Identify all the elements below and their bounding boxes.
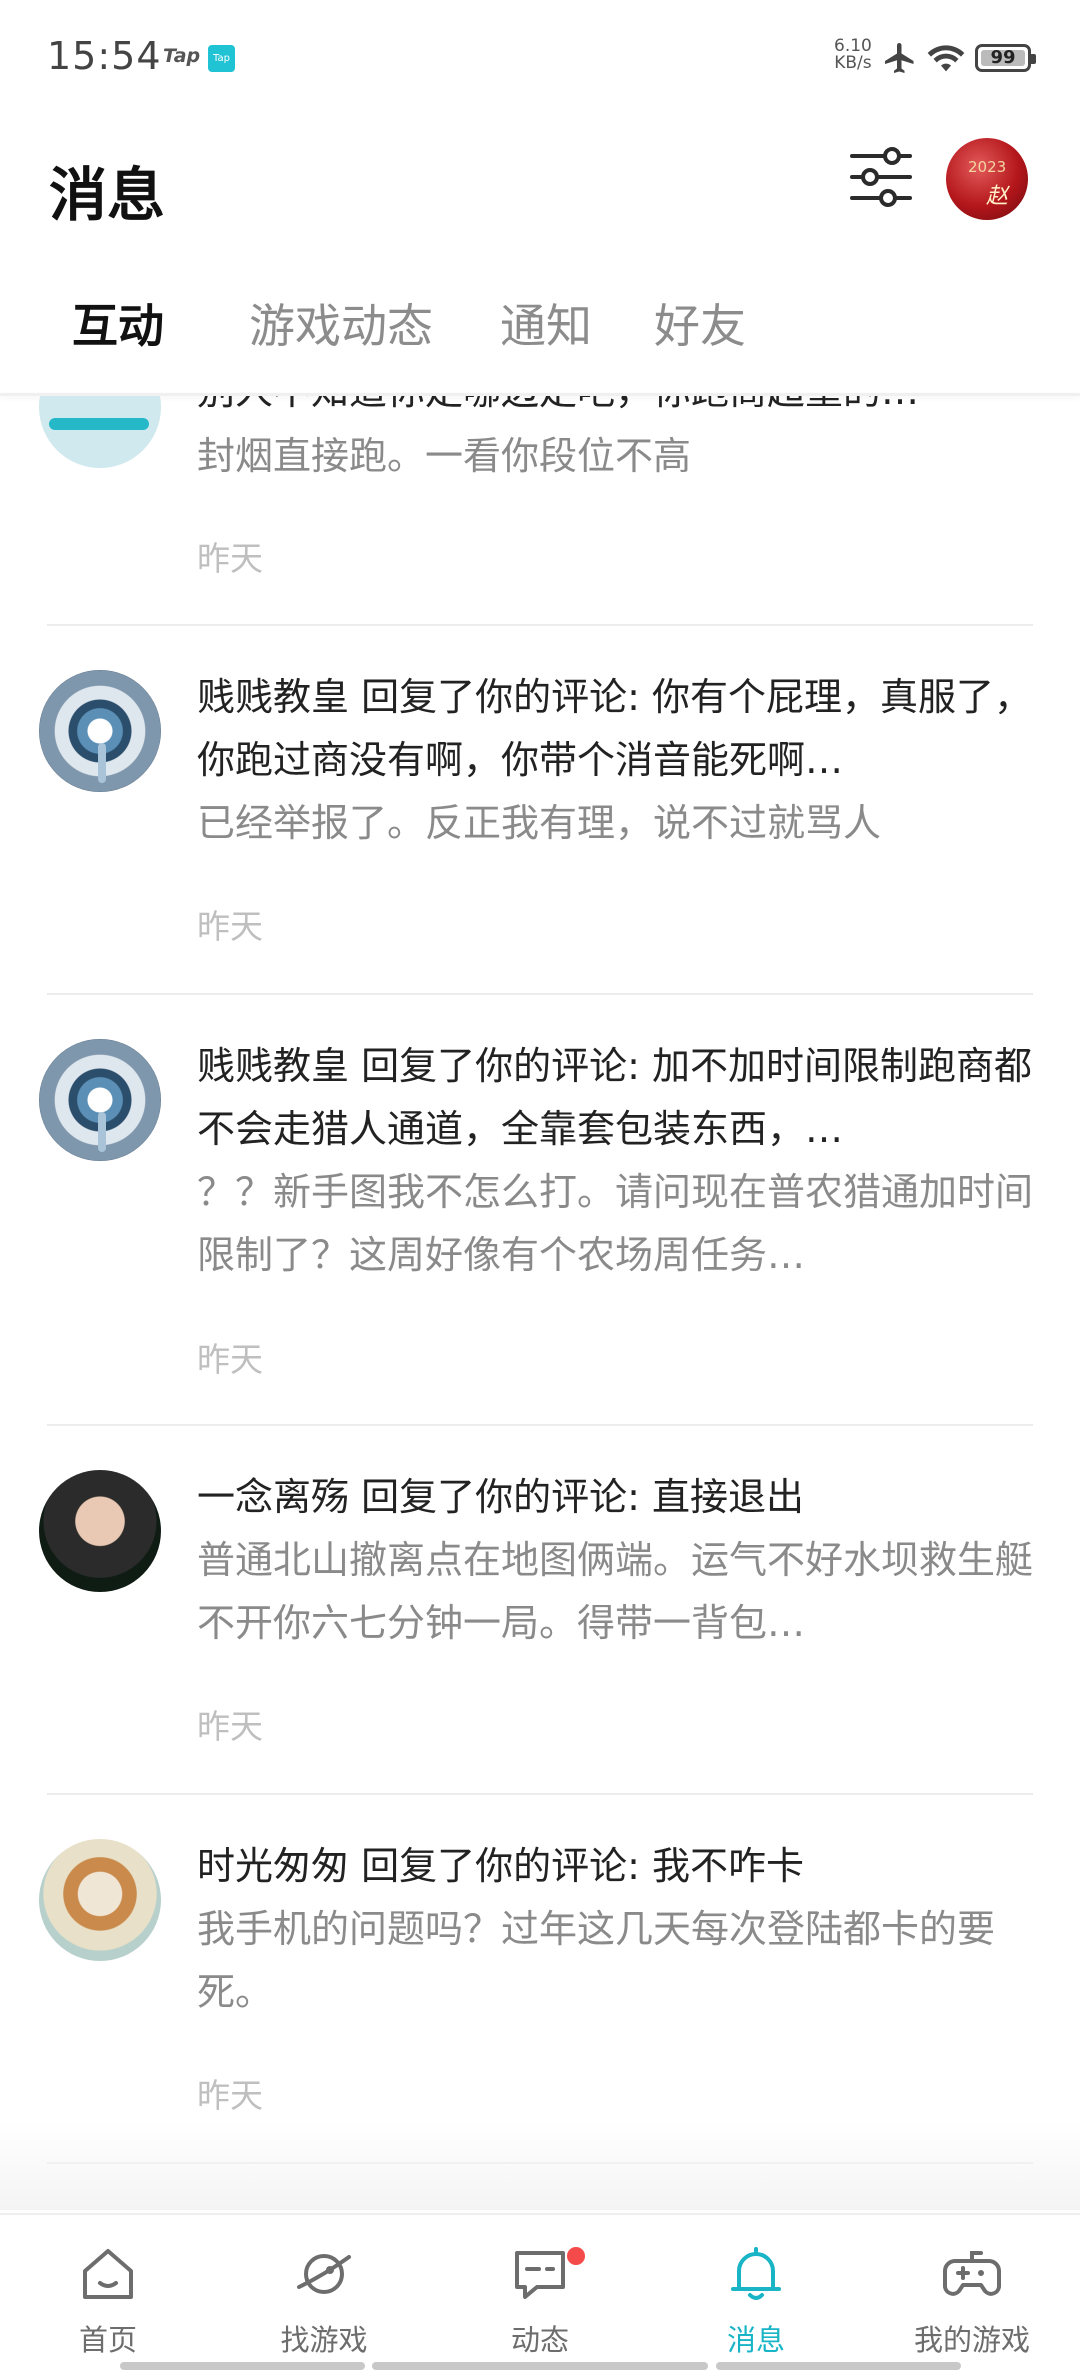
network-speed-unit: KB/s [834, 53, 872, 73]
nav-messages[interactable]: 消息 [648, 2215, 864, 2357]
battery-level: 99 [990, 47, 1016, 68]
filter-settings-button[interactable] [848, 144, 914, 210]
message-headline: 时光匆匆 回复了你的评论: 我不咋卡 [197, 1844, 804, 1888]
commenter-avatar[interactable] [39, 1839, 161, 1961]
home-indicator-segment [120, 2362, 365, 2370]
chat-icon [515, 2251, 565, 2299]
message-tabs: 互动 游戏动态 通知 好友 [0, 290, 1080, 370]
planet-icon [297, 2254, 351, 2294]
status-bar: 15:54 Tap Tap 6.10 KB/s 99 [0, 0, 1080, 115]
nav-home[interactable]: 首页 [0, 2215, 216, 2357]
network-speed: 6.10 KB/s [834, 38, 872, 72]
status-time: 15:54 [47, 34, 162, 78]
page-title: 消息 [49, 161, 166, 229]
avatar-caption: 2023 [968, 158, 1007, 176]
tab-notifications[interactable]: 通知 [500, 290, 592, 356]
commenter-avatar[interactable] [39, 670, 161, 792]
message-time: 昨天 [197, 1340, 263, 1379]
gamepad-icon [943, 2251, 1001, 2296]
commenter-avatar[interactable] [39, 396, 161, 468]
original-comment-quote: 封烟直接跑。一看你段位不高 [197, 434, 692, 478]
tab-game-updates[interactable]: 游戏动态 [249, 290, 433, 356]
nav-find-games[interactable]: 找游戏 [216, 2215, 432, 2357]
avatar-signature: 赵 [986, 184, 1009, 209]
tab-friends[interactable]: 好友 [654, 290, 746, 356]
original-comment-quote: 已经举报了。反正我有理，说不过就骂人 [197, 801, 882, 845]
battery-icon: 99 [975, 44, 1036, 72]
bell-icon [731, 2247, 781, 2300]
divider [47, 624, 1033, 626]
tap-app-notification-icon: Tap [163, 45, 201, 67]
user-avatar-button[interactable]: 2023 赵 [946, 138, 1028, 220]
original-comment-quote: 普通北山撤离点在地图俩端。运气不好水坝救生艇不开你六七分钟一局。得带一背包… [197, 1538, 1034, 1645]
nav-label: 首页 [78, 2323, 137, 2357]
message-list[interactable]: 别人不知道你走哪边走吧，你跑商超重的… 封烟直接跑。一看你段位不高 昨天 贱贱教… [0, 396, 1080, 2213]
message-time: 昨天 [197, 1707, 263, 1746]
message-time: 昨天 [197, 2076, 263, 2115]
nav-feed[interactable]: 动态 [432, 2215, 648, 2357]
message-headline: 一念离殇 回复了你的评论: 直接退出 [197, 1475, 804, 1519]
nav-label: 找游戏 [280, 2323, 368, 2357]
commenter-avatar[interactable] [39, 1039, 161, 1161]
message-headline: 贱贱教皇 回复了你的评论: 加不加时间限制跑商都不会走猎人通道，全靠套包装东西，… [197, 1044, 1032, 1151]
nav-label: 动态 [510, 2323, 569, 2357]
message-headline: 贱贱教皇 回复了你的评论: 你有个屁理，真服了，你跑过商没有啊，你带个消音能死啊… [197, 675, 1032, 782]
tab-interaction[interactable]: 互动 [72, 290, 164, 356]
nav-label: 消息 [726, 2323, 785, 2357]
original-comment-quote: ？？新手图我不怎么打。请问现在普农猎通加时间限制了？这周好像有个农场周任务… [197, 1170, 1034, 1277]
divider [47, 993, 1033, 995]
home-icon [83, 2249, 133, 2299]
message-time: 昨天 [197, 539, 263, 578]
divider [47, 1424, 1033, 1426]
sliders-icon [850, 147, 912, 207]
wifi-icon [926, 40, 966, 80]
home-indicator-segment [716, 2362, 961, 2370]
bottom-navigation: 首页 找游戏 动态 消息 我的游戏 [0, 2213, 1080, 2376]
unread-badge [565, 2245, 587, 2267]
original-comment-quote: 我手机的问题吗？过年这几天每次登陆都卡的要死。 [197, 1907, 996, 2014]
home-indicator-segment [372, 2362, 708, 2370]
list-fade [0, 2120, 1080, 2210]
nav-my-games[interactable]: 我的游戏 [864, 2215, 1080, 2357]
commenter-avatar[interactable] [39, 1470, 161, 1592]
message-headline: 别人不知道你走哪边走吧，你跑商超重的… [197, 396, 1037, 423]
nav-label: 我的游戏 [913, 2323, 1030, 2357]
message-time: 昨天 [197, 907, 263, 946]
divider [47, 1793, 1033, 1795]
taptap-app-notification-icon: Tap [208, 45, 235, 72]
airplane-icon [882, 40, 918, 80]
